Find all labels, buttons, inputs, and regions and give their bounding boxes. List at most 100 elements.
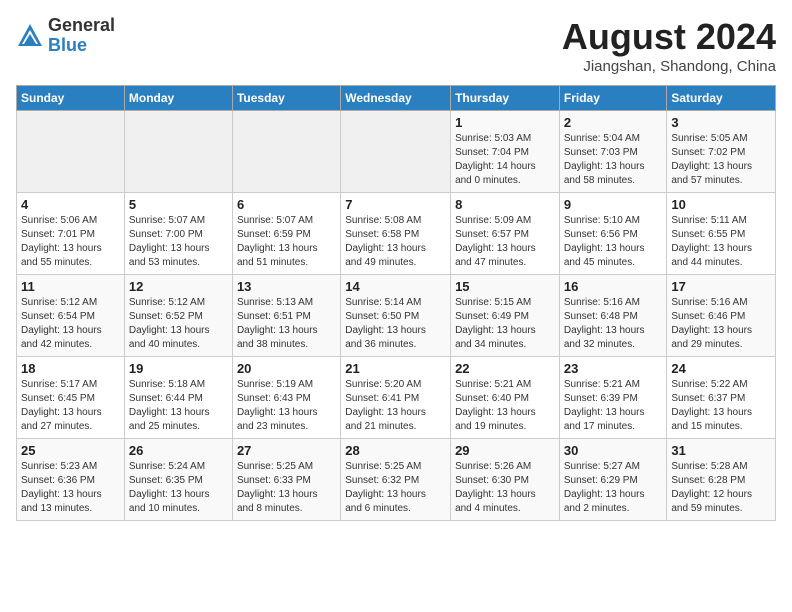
- calendar-cell: 20 Sunrise: 5:19 AM Sunset: 6:43 PM Dayli…: [232, 357, 340, 439]
- day-details: Sunrise: 5:07 AM Sunset: 7:00 PM Dayligh…: [129, 214, 228, 270]
- day-details: Sunrise: 5:12 AM Sunset: 6:54 PM Dayligh…: [21, 296, 120, 352]
- day-details: Sunrise: 5:11 AM Sunset: 6:55 PM Dayligh…: [671, 214, 771, 270]
- calendar-cell: 7 Sunrise: 5:08 AM Sunset: 6:58 PM Daylig…: [341, 193, 451, 275]
- weekday-header-sunday: Sunday: [17, 86, 125, 111]
- day-number: 12: [129, 279, 228, 294]
- calendar-cell: 22 Sunrise: 5:21 AM Sunset: 6:40 PM Dayli…: [451, 357, 560, 439]
- calendar-cell: [232, 111, 340, 193]
- month-year-title: August 2024: [562, 16, 776, 58]
- day-number: 13: [237, 279, 336, 294]
- day-number: 5: [129, 197, 228, 212]
- day-details: Sunrise: 5:14 AM Sunset: 6:50 PM Dayligh…: [345, 296, 446, 352]
- day-details: Sunrise: 5:22 AM Sunset: 6:37 PM Dayligh…: [671, 378, 771, 434]
- calendar-cell: 31 Sunrise: 5:28 AM Sunset: 6:28 PM Dayli…: [667, 439, 776, 521]
- day-number: 18: [21, 361, 120, 376]
- day-details: Sunrise: 5:17 AM Sunset: 6:45 PM Dayligh…: [21, 378, 120, 434]
- weekday-header-friday: Friday: [559, 86, 667, 111]
- calendar-cell: 2 Sunrise: 5:04 AM Sunset: 7:03 PM Daylig…: [559, 111, 667, 193]
- day-number: 11: [21, 279, 120, 294]
- calendar-cell: 13 Sunrise: 5:13 AM Sunset: 6:51 PM Dayli…: [232, 275, 340, 357]
- calendar-cell: 17Sunrise: 5:16 AM Sunset: 6:46 PM Dayli…: [667, 275, 776, 357]
- calendar-cell: 5 Sunrise: 5:07 AM Sunset: 7:00 PM Daylig…: [124, 193, 232, 275]
- day-details: Sunrise: 5:25 AM Sunset: 6:33 PM Dayligh…: [237, 460, 336, 516]
- calendar-cell: 29 Sunrise: 5:26 AM Sunset: 6:30 PM Dayli…: [451, 439, 560, 521]
- day-details: Sunrise: 5:09 AM Sunset: 6:57 PM Dayligh…: [455, 214, 555, 270]
- calendar-table: SundayMondayTuesdayWednesdayThursdayFrid…: [16, 85, 776, 521]
- day-details: Sunrise: 5:28 AM Sunset: 6:28 PM Dayligh…: [671, 460, 771, 516]
- day-details: Sunrise: 5:10 AM Sunset: 6:56 PM Dayligh…: [564, 214, 663, 270]
- logo-icon: [16, 22, 44, 50]
- calendar-cell: 1Sunrise: 5:03 AM Sunset: 7:04 PM Daylig…: [451, 111, 560, 193]
- calendar-cell: [341, 111, 451, 193]
- calendar-cell: 11 Sunrise: 5:12 AM Sunset: 6:54 PM Dayli…: [17, 275, 125, 357]
- calendar-cell: 18 Sunrise: 5:17 AM Sunset: 6:45 PM Dayli…: [17, 357, 125, 439]
- calendar-cell: 14 Sunrise: 5:14 AM Sunset: 6:50 PM Dayli…: [341, 275, 451, 357]
- day-number: 6: [237, 197, 336, 212]
- day-details: Sunrise: 5:21 AM Sunset: 6:40 PM Dayligh…: [455, 378, 555, 434]
- day-number: 30: [564, 443, 663, 458]
- day-number: 7: [345, 197, 446, 212]
- day-number: 26: [129, 443, 228, 458]
- day-details: Sunrise: 5:06 AM Sunset: 7:01 PM Dayligh…: [21, 214, 120, 270]
- calendar-cell: 9 Sunrise: 5:10 AM Sunset: 6:56 PM Daylig…: [559, 193, 667, 275]
- day-details: Sunrise: 5:16 AM Sunset: 6:48 PM Dayligh…: [564, 296, 663, 352]
- title-block: August 2024 Jiangshan, Shandong, China: [562, 16, 776, 75]
- calendar-cell: [17, 111, 125, 193]
- calendar-cell: 3 Sunrise: 5:05 AM Sunset: 7:02 PM Daylig…: [667, 111, 776, 193]
- calendar-cell: 24 Sunrise: 5:22 AM Sunset: 6:37 PM Dayli…: [667, 357, 776, 439]
- day-number: 20: [237, 361, 336, 376]
- day-details: Sunrise: 5:21 AM Sunset: 6:39 PM Dayligh…: [564, 378, 663, 434]
- week-row-3: 11 Sunrise: 5:12 AM Sunset: 6:54 PM Dayli…: [17, 275, 776, 357]
- week-row-1: 1Sunrise: 5:03 AM Sunset: 7:04 PM Daylig…: [17, 111, 776, 193]
- day-details: Sunrise: 5:19 AM Sunset: 6:43 PM Dayligh…: [237, 378, 336, 434]
- day-number: 29: [455, 443, 555, 458]
- day-number: 23: [564, 361, 663, 376]
- calendar-cell: 12Sunrise: 5:12 AM Sunset: 6:52 PM Dayli…: [124, 275, 232, 357]
- calendar-cell: 19 Sunrise: 5:18 AM Sunset: 6:44 PM Dayli…: [124, 357, 232, 439]
- weekday-header-wednesday: Wednesday: [341, 86, 451, 111]
- day-number: 14: [345, 279, 446, 294]
- day-details: Sunrise: 5:18 AM Sunset: 6:44 PM Dayligh…: [129, 378, 228, 434]
- day-details: Sunrise: 5:05 AM Sunset: 7:02 PM Dayligh…: [671, 132, 771, 188]
- day-number: 19: [129, 361, 228, 376]
- calendar-cell: 15 Sunrise: 5:15 AM Sunset: 6:49 PM Dayli…: [451, 275, 560, 357]
- day-number: 24: [671, 361, 771, 376]
- calendar-cell: 6Sunrise: 5:07 AM Sunset: 6:59 PM Daylig…: [232, 193, 340, 275]
- day-number: 9: [564, 197, 663, 212]
- week-row-2: 4Sunrise: 5:06 AM Sunset: 7:01 PM Daylig…: [17, 193, 776, 275]
- day-number: 15: [455, 279, 555, 294]
- day-details: Sunrise: 5:23 AM Sunset: 6:36 PM Dayligh…: [21, 460, 120, 516]
- day-details: Sunrise: 5:13 AM Sunset: 6:51 PM Dayligh…: [237, 296, 336, 352]
- calendar-cell: 8 Sunrise: 5:09 AM Sunset: 6:57 PM Daylig…: [451, 193, 560, 275]
- week-row-5: 25 Sunrise: 5:23 AM Sunset: 6:36 PM Dayli…: [17, 439, 776, 521]
- day-number: 31: [671, 443, 771, 458]
- calendar-cell: 16Sunrise: 5:16 AM Sunset: 6:48 PM Dayli…: [559, 275, 667, 357]
- weekday-header-tuesday: Tuesday: [232, 86, 340, 111]
- calendar-cell: 4Sunrise: 5:06 AM Sunset: 7:01 PM Daylig…: [17, 193, 125, 275]
- day-details: Sunrise: 5:25 AM Sunset: 6:32 PM Dayligh…: [345, 460, 446, 516]
- day-details: Sunrise: 5:26 AM Sunset: 6:30 PM Dayligh…: [455, 460, 555, 516]
- calendar-cell: 23 Sunrise: 5:21 AM Sunset: 6:39 PM Dayli…: [559, 357, 667, 439]
- day-number: 22: [455, 361, 555, 376]
- location-subtitle: Jiangshan, Shandong, China: [562, 58, 776, 75]
- weekday-header-thursday: Thursday: [451, 86, 560, 111]
- day-details: Sunrise: 5:08 AM Sunset: 6:58 PM Dayligh…: [345, 214, 446, 270]
- day-details: Sunrise: 5:04 AM Sunset: 7:03 PM Dayligh…: [564, 132, 663, 188]
- calendar-cell: 26Sunrise: 5:24 AM Sunset: 6:35 PM Dayli…: [124, 439, 232, 521]
- weekday-header-saturday: Saturday: [667, 86, 776, 111]
- page-header: General Blue August 2024 Jiangshan, Shan…: [16, 16, 776, 75]
- day-number: 25: [21, 443, 120, 458]
- calendar-cell: 21Sunrise: 5:20 AM Sunset: 6:41 PM Dayli…: [341, 357, 451, 439]
- day-number: 1: [455, 115, 555, 130]
- day-details: Sunrise: 5:27 AM Sunset: 6:29 PM Dayligh…: [564, 460, 663, 516]
- week-row-4: 18 Sunrise: 5:17 AM Sunset: 6:45 PM Dayli…: [17, 357, 776, 439]
- weekday-header-monday: Monday: [124, 86, 232, 111]
- day-number: 8: [455, 197, 555, 212]
- day-details: Sunrise: 5:15 AM Sunset: 6:49 PM Dayligh…: [455, 296, 555, 352]
- day-details: Sunrise: 5:20 AM Sunset: 6:41 PM Dayligh…: [345, 378, 446, 434]
- day-number: 2: [564, 115, 663, 130]
- calendar-cell: [124, 111, 232, 193]
- calendar-cell: 27Sunrise: 5:25 AM Sunset: 6:33 PM Dayli…: [232, 439, 340, 521]
- calendar-cell: 10Sunrise: 5:11 AM Sunset: 6:55 PM Dayli…: [667, 193, 776, 275]
- day-number: 3: [671, 115, 771, 130]
